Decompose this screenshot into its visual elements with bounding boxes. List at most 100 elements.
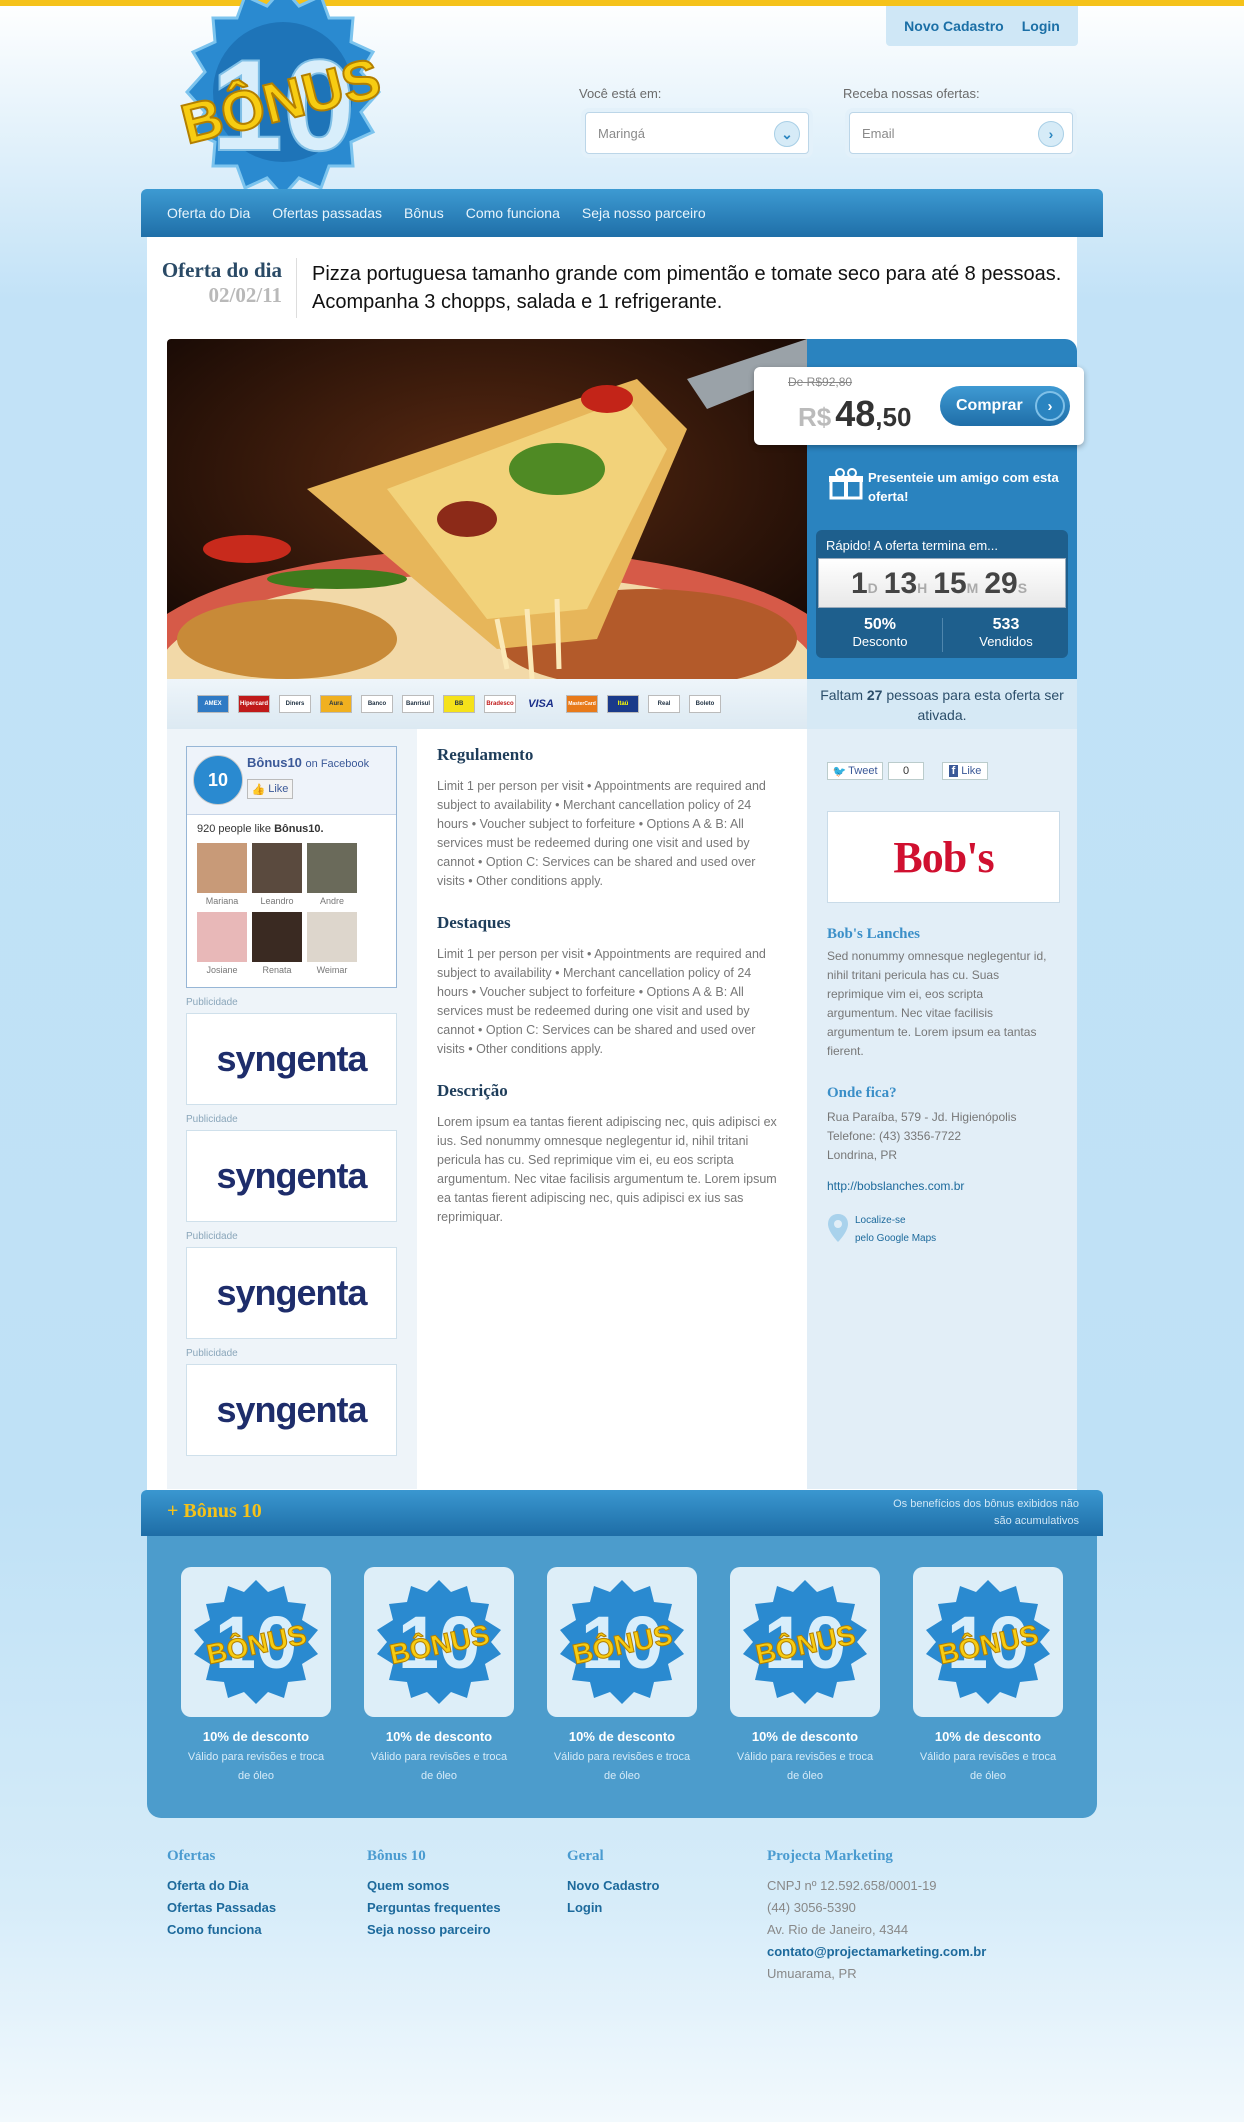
tweet-count: 0 [888, 762, 924, 780]
merchant-phone: Telefone: (43) 3356-7722 [827, 1129, 962, 1143]
fan-avatar [307, 843, 357, 893]
merchant-name: Bob's Lanches [827, 926, 920, 942]
fan-name: Renata [262, 965, 292, 975]
footer-col-ofertas: Ofertas Oferta do Dia Ofertas Passadas C… [167, 1848, 276, 1941]
facebook-fans: Mariana Leandro Andre Josiane Renata Wei… [187, 843, 396, 975]
timer-seconds-unit: S [1017, 580, 1028, 596]
deal-title: Oferta do dia [161, 258, 282, 282]
footer-link[interactable]: Como funciona [167, 1919, 276, 1941]
ad-banner[interactable]: syngenta [186, 1130, 397, 1222]
fan-avatar [197, 843, 247, 893]
company-phone: (44) 3056-5390 [767, 1900, 856, 1915]
sold-value: 533 [992, 616, 1020, 633]
bonus-title: + Bônus 10 [167, 1500, 262, 1522]
nav-item-bonus[interactable]: Bônus [404, 205, 444, 221]
map-link[interactable]: Localize-se pelo Google Maps [827, 1212, 1057, 1248]
footer-link[interactable]: Login [567, 1897, 659, 1919]
site-logo[interactable]: 10 BÔNUS [155, 0, 411, 199]
footer-heading: Bônus 10 [367, 1848, 426, 1864]
footer-link[interactable]: Oferta do Dia [167, 1875, 276, 1897]
footer-link[interactable]: Novo Cadastro [567, 1875, 659, 1897]
bonus-item[interactable]: 10 BÔNUS 10% de desconto Válido para revi… [181, 1567, 331, 1786]
chevron-down-icon[interactable]: ⌄ [774, 121, 800, 147]
city-select[interactable]: Maringá ⌄ [585, 112, 809, 154]
bonus-item[interactable]: 10 BÔNUS 10% de desconto Válido para revi… [547, 1567, 697, 1786]
new-signup-link[interactable]: Novo Cadastro [904, 18, 1004, 34]
facebook-header: 10 Bônus10 on Facebook 👍 Like [187, 747, 396, 815]
footer-link[interactable]: Perguntas frequentes [367, 1897, 501, 1919]
nav-item-ofertas-passadas[interactable]: Ofertas passadas [272, 205, 382, 221]
price-cents: ,50 [875, 402, 912, 432]
fan-item[interactable]: Leandro [252, 843, 302, 906]
map-link-text: Localize-se pelo Google Maps [855, 1212, 936, 1248]
bonus-name: 10% de desconto [751, 1729, 859, 1744]
merchant-like-button[interactable]: f Like [942, 762, 988, 780]
page-avatar: 10 [193, 755, 243, 805]
tweet-button[interactable]: 🐦 Tweet [827, 762, 883, 780]
company-address: Av. Rio de Janeiro, 4344 [767, 1922, 909, 1937]
bonus-badge-icon: 10 BÔNUS [181, 1567, 331, 1717]
email-field[interactable]: Email › [849, 112, 1073, 154]
nav-item-seja-parceiro[interactable]: Seja nosso parceiro [582, 205, 706, 221]
bonus-name: 10% de desconto [568, 1729, 676, 1744]
facebook-count-page: Bônus10. [274, 823, 324, 835]
gift-icon[interactable] [828, 468, 864, 500]
timer-hours: 13 [883, 567, 918, 600]
bonus-badge-icon: 10 BÔNUS [364, 1567, 514, 1717]
gift-link[interactable]: Presenteie um amigo com esta oferta! [868, 468, 1068, 506]
merchant-url[interactable]: http://bobslanches.com.br [827, 1177, 1057, 1196]
itau-icon: Itaú [607, 695, 639, 713]
facebook-count: 920 people like Bônus10. [187, 815, 396, 843]
ad-brand: syngenta [216, 1389, 367, 1430]
company-email[interactable]: contato@projectamarketing.com.br [767, 1941, 986, 1963]
nav-item-oferta-do-dia[interactable]: Oferta do Dia [167, 205, 250, 221]
bonus-item[interactable]: 10 BÔNUS 10% de desconto Válido para revi… [364, 1567, 514, 1786]
arrow-right-icon: › [1035, 391, 1065, 421]
fan-item[interactable]: Renata [252, 912, 302, 975]
facebook-page-name[interactable]: Bônus10 [247, 755, 302, 770]
deal-heading: Oferta do dia 02/02/11 [160, 258, 282, 308]
rules-text: Limit 1 per person per visit • Appointme… [437, 779, 766, 888]
ad-banner[interactable]: syngenta [186, 1013, 397, 1105]
timer-minutes-unit: M [966, 580, 979, 596]
barcode-icon: Boleto [689, 695, 721, 713]
mastercard-card-icon: MasterCard [566, 695, 598, 713]
email-placeholder: Email [862, 125, 895, 141]
merchant-logo[interactable]: Bob's [827, 811, 1060, 903]
nav-item-como-funciona[interactable]: Como funciona [466, 205, 560, 221]
discount-value: 50% [863, 616, 897, 633]
fan-item[interactable]: Mariana [197, 843, 247, 906]
fan-item[interactable]: Weimar [307, 912, 357, 975]
bonus-item[interactable]: 10 BÔNUS 10% de desconto Válido para revi… [913, 1567, 1063, 1786]
main-nav: Oferta do Dia Ofertas passadas Bônus Com… [141, 189, 1103, 237]
footer-col-company: Projecta Marketing CNPJ nº 12.592.658/00… [767, 1848, 986, 1985]
timer-clock: 1D 13 H 15 M 29 S [818, 558, 1066, 608]
bb-icon: BB [443, 695, 475, 713]
merchant-city: Londrina, PR [827, 1148, 898, 1162]
footer-link[interactable]: Ofertas Passadas [167, 1897, 276, 1919]
login-link[interactable]: Login [1022, 18, 1060, 34]
fan-item[interactable]: Josiane [197, 912, 247, 975]
bank-icon: Banco [361, 695, 393, 713]
real-icon: Real [648, 695, 680, 713]
ad-brand: syngenta [216, 1038, 367, 1079]
footer-link[interactable]: Quem somos [367, 1875, 501, 1897]
bonus-item[interactable]: 10 BÔNUS 10% de desconto Válido para revi… [730, 1567, 880, 1786]
fan-item[interactable]: Andre [307, 843, 357, 906]
facebook-page-title: Bônus10 on Facebook [247, 755, 369, 770]
merchant-about: Sed nonummy omnesque neglegentur id, nih… [827, 949, 1047, 1058]
ad-banner[interactable]: syngenta [186, 1247, 397, 1339]
footer-link[interactable]: Seja nosso parceiro [367, 1919, 501, 1941]
location-label: Você está em: [579, 86, 662, 101]
facebook-like-button[interactable]: 👍 Like [247, 779, 293, 799]
description-text: Lorem ipsum ea tantas fierent adipiscing… [437, 1115, 777, 1224]
ad-banner[interactable]: syngenta [186, 1364, 397, 1456]
buy-button[interactable]: Comprar › [940, 386, 1070, 426]
deal-description: Pizza portuguesa tamanho grande com pime… [312, 263, 1062, 313]
chevron-right-icon[interactable]: › [1038, 121, 1064, 147]
deal-date: 02/02/11 [208, 283, 282, 307]
price-integer: 48 [835, 393, 876, 434]
sold-label: Vendidos [979, 634, 1033, 649]
bonus-name: 10% de desconto [934, 1729, 1042, 1744]
bonus-bar: + Bônus 10 Os benefícios dos bônus exibi… [141, 1490, 1103, 1536]
